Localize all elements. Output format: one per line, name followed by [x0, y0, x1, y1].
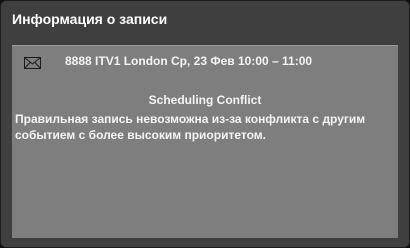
envelope-icon — [24, 56, 41, 69]
conflict-heading: Scheduling Conflict — [148, 93, 262, 107]
recording-details: 8888 ITV1 London Ср, 23 Фев 10:00 – 11:0… — [65, 54, 313, 68]
recording-info-dialog: Информация о записи 8888 ITV1 London Ср,… — [0, 0, 410, 248]
info-panel: 8888 ITV1 London Ср, 23 Фев 10:00 – 11:0… — [12, 45, 398, 238]
dialog-title: Информация о записи — [12, 11, 168, 27]
conflict-message: Правильная запись невозможна из-за конфл… — [15, 112, 366, 142]
